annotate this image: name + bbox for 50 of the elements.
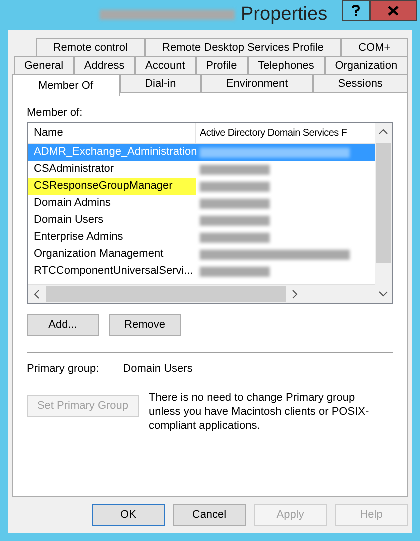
group-name: Enterprise Admins — [33, 230, 124, 245]
group-name: Domain Admins — [33, 196, 112, 211]
tab[interactable]: COM+ — [341, 38, 408, 56]
help-icon[interactable] — [342, 0, 370, 21]
tab[interactable]: Sessions — [313, 74, 408, 92]
tab[interactable]: Organization — [324, 56, 408, 74]
close-icon[interactable] — [370, 0, 417, 21]
group-list[interactable] — [27, 122, 393, 304]
group-name: RTCComponentUniversalServi... — [33, 264, 194, 279]
tab[interactable]: Dial-in — [120, 74, 202, 92]
tab[interactable]: Environment — [201, 74, 314, 92]
group-name: Organization Management — [33, 247, 165, 262]
dialog-button[interactable]: OK — [92, 504, 165, 526]
window-title: Properties — [241, 4, 328, 26]
blurred-text — [200, 232, 270, 242]
blurred-text — [200, 266, 270, 276]
dialog-button[interactable]: Remove — [109, 314, 181, 336]
list-row[interactable]: CSResponseGroupManager — [28, 178, 375, 195]
tab[interactable]: Remote Desktop Services Profile — [145, 38, 342, 56]
list-row[interactable]: Domain Admins — [28, 195, 375, 212]
group-name: CSAdministrator — [33, 162, 116, 177]
group-name: Domain Users — [33, 213, 105, 228]
primary-group-value: Domain Users — [123, 363, 193, 375]
list-row[interactable]: RTCComponentUniversalServi... — [28, 263, 375, 280]
column-header[interactable]: Name — [28, 123, 196, 143]
tab[interactable]: General — [14, 56, 74, 74]
dialog-button[interactable]: Add... — [27, 314, 99, 336]
vertical-scrollbar[interactable] — [375, 123, 392, 303]
blurred-text — [200, 216, 270, 226]
tab[interactable]: Remote control — [36, 38, 146, 56]
dialog-button[interactable]: Cancel — [173, 504, 246, 526]
column-header[interactable]: Active Directory Domain Services F — [196, 128, 348, 138]
list-row[interactable]: Organization Management — [28, 246, 375, 263]
note-text: There is no need to change Primary group unless you have Macintosh clients or POSIX-compliant applications. — [149, 391, 370, 433]
group-name: ADMR_Exchange_Administration — [33, 145, 196, 160]
list-row[interactable]: CSAdministrator — [28, 161, 375, 178]
blurred-text — [200, 182, 270, 192]
blurred-text — [200, 164, 270, 174]
group-name: CSResponseGroupManager — [28, 178, 196, 195]
list-row[interactable]: Enterprise Admins — [28, 229, 375, 246]
tab[interactable]: Account — [135, 56, 196, 74]
tab[interactable]: Profile — [196, 56, 248, 74]
blurred-text — [200, 198, 270, 208]
tab[interactable]: Member Of — [12, 74, 120, 96]
primary-group-label: Primary group: — [27, 363, 100, 375]
list-label: Member of: — [27, 107, 84, 119]
tab[interactable]: Address — [74, 56, 136, 74]
list-row[interactable]: Domain Users — [28, 212, 375, 229]
horizontal-scrollbar[interactable] — [28, 284, 375, 303]
tab[interactable]: Telephones — [248, 56, 325, 74]
